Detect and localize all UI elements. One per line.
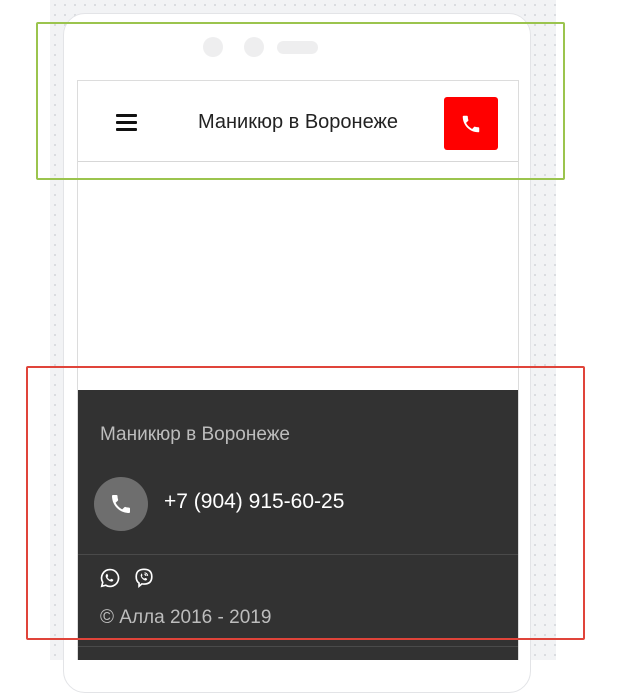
speaker-slot — [277, 41, 318, 54]
phone-screen: Маникюр в Воронеже Маникюр в Воронеже +7… — [77, 80, 519, 660]
viber-icon[interactable] — [133, 567, 155, 589]
call-button[interactable] — [444, 97, 498, 150]
sensor-dot — [244, 37, 264, 57]
footer-title: Маникюр в Воронеже — [100, 424, 290, 445]
whatsapp-icon[interactable] — [99, 567, 121, 589]
camera-dot — [203, 37, 223, 57]
phone-icon — [462, 115, 480, 132]
footer-bottom-divider — [78, 646, 518, 647]
footer-phone-link[interactable]: +7 (904) 915-60-25 — [164, 490, 344, 514]
footer-phone-badge — [94, 477, 148, 531]
phone-icon — [112, 495, 130, 513]
site-footer: Маникюр в Воронеже +7 (904) 915-60-25 © … — [78, 390, 518, 660]
copyright-text: © Алла 2016 - 2019 — [100, 607, 272, 628]
footer-divider — [78, 554, 518, 555]
site-header: Маникюр в Воронеже — [78, 80, 518, 162]
